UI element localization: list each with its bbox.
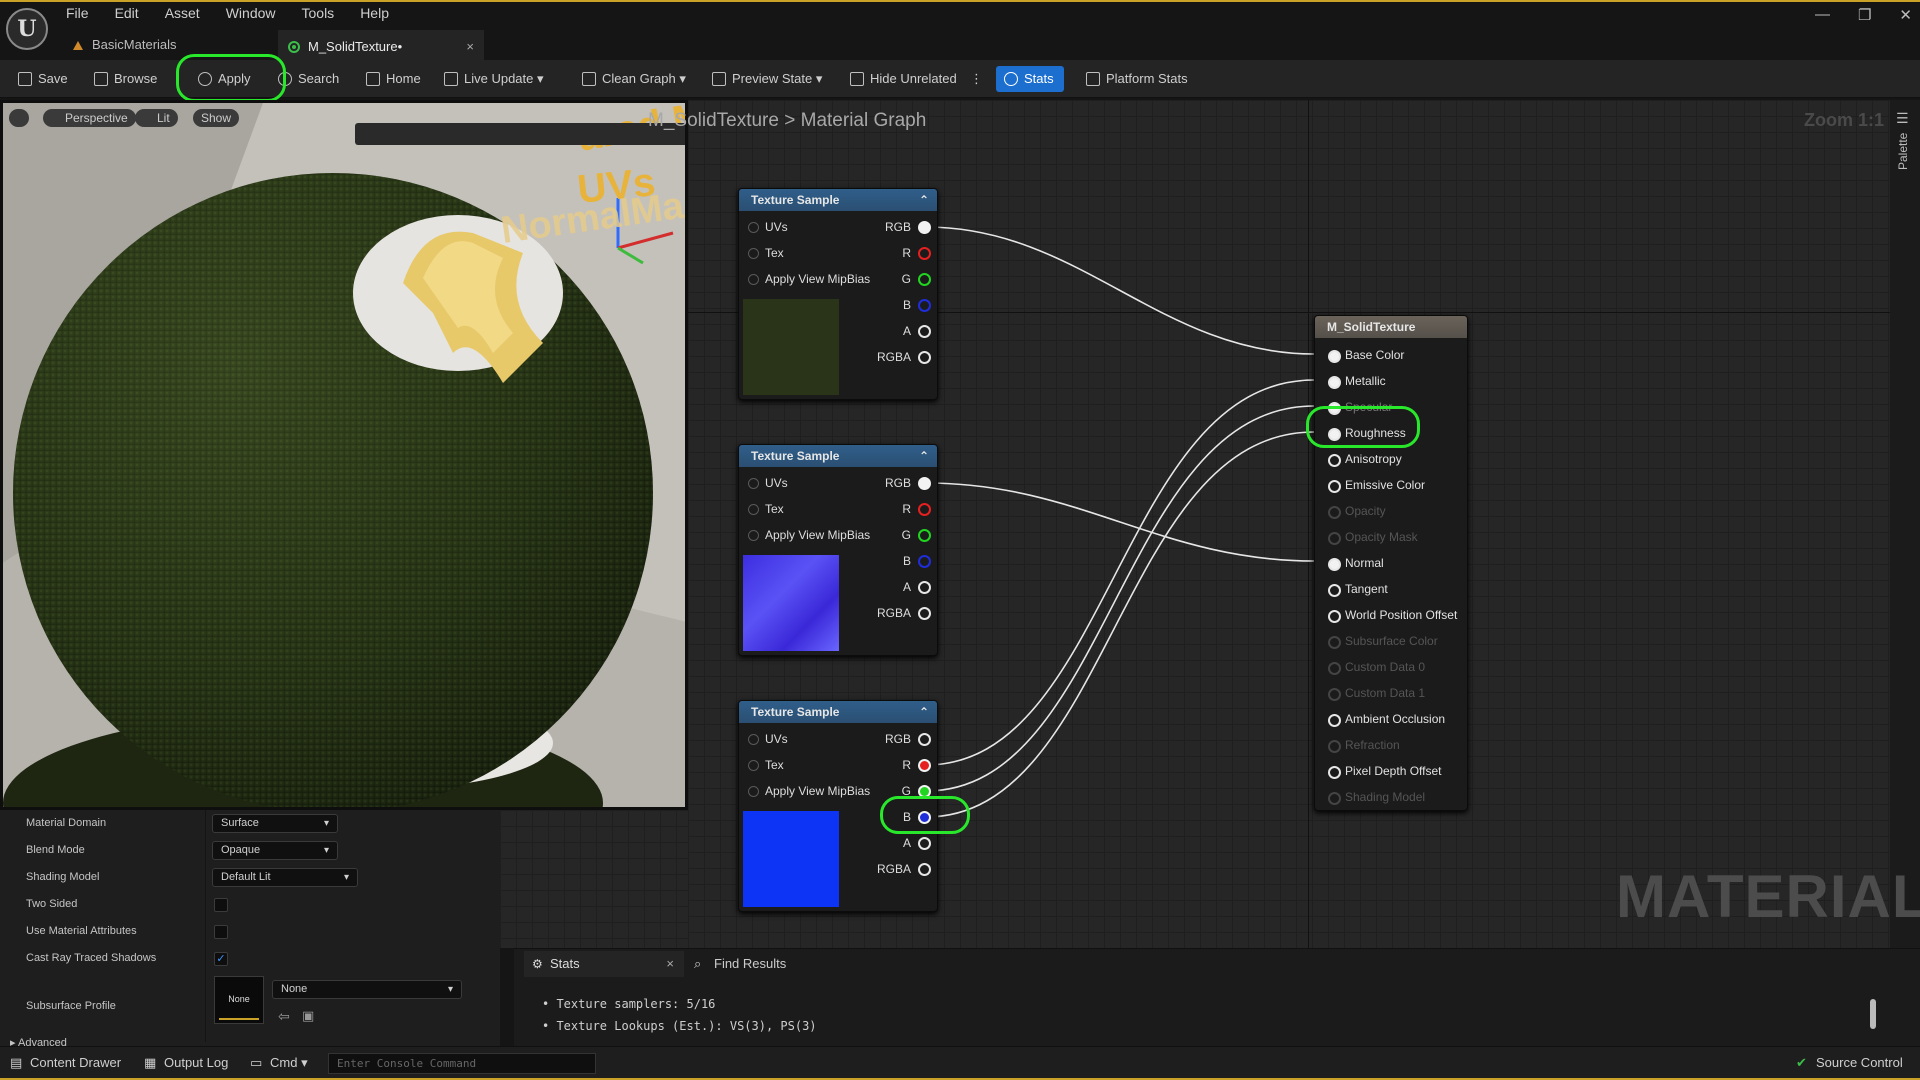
wire-r-to-metallic	[925, 379, 1315, 766]
normal-map-thumbnail	[743, 555, 839, 651]
source-control-check-icon: ✔	[1796, 1055, 1807, 1070]
pin-uvs[interactable]: UVs	[748, 219, 788, 235]
source-control-button[interactable]: ✔ Source Control	[1796, 1055, 1903, 1070]
pin-rgb-out[interactable]: RGB	[885, 219, 932, 235]
pin-r-out[interactable]: R	[902, 757, 930, 773]
texture-thumbnail	[743, 299, 839, 395]
pin-a-out[interactable]: A	[903, 323, 932, 339]
output-log-icon: ▦	[144, 1055, 157, 1070]
output-log-button[interactable]: ▦ Output Log	[144, 1055, 228, 1070]
find-results-tab[interactable]: ⌕ Find Results	[692, 951, 786, 977]
close-tab-icon[interactable]: ×	[666, 951, 674, 977]
pin-shading-model: Shading Model	[1327, 790, 1426, 805]
texture-sample-node-1[interactable]: Texture Sample ⌃ UVs Tex Apply View MipBi…	[738, 188, 938, 400]
pin-subsurface-color: Subsurface Color	[1328, 634, 1438, 649]
pin-g-out[interactable]: G	[902, 783, 933, 799]
pin-tex[interactable]: Tex	[748, 757, 784, 773]
status-bar: ▤ Content Drawer ▦ Output Log ▭ Cmd ▾ Enter…	[0, 1046, 1920, 1080]
pin-apply-view-mipbias[interactable]: Apply View MipBias	[747, 527, 870, 543]
pin-tangent[interactable]: Tangent	[1328, 581, 1388, 597]
pin-specular[interactable]: Specular	[1327, 399, 1392, 415]
search-icon: ⌕	[694, 956, 702, 971]
pin-r-out[interactable]: R	[902, 245, 930, 261]
pin-refraction: Refraction	[1328, 738, 1400, 753]
pin-base-color[interactable]: Base Color	[1327, 347, 1404, 363]
stats-panel: ⚙ Stats × ⌕ Find Results • Texture sampl…	[514, 948, 1920, 1046]
pin-world-position-offset[interactable]: World Position Offset	[1327, 607, 1457, 623]
pin-r-out[interactable]: R	[902, 501, 930, 517]
node-header: M_SolidTexture	[1315, 316, 1467, 338]
pin-apply-view-mipbias[interactable]: Apply View MipBias	[747, 783, 870, 799]
pin-normal[interactable]: Normal	[1328, 555, 1384, 571]
pin-rgba-out[interactable]: RGBA	[877, 861, 932, 877]
pin-tex[interactable]: Tex	[748, 245, 784, 261]
collapse-icon[interactable]: ⌃	[919, 189, 929, 211]
pin-custom-data-1: Custom Data 1	[1327, 686, 1426, 701]
pin-roughness[interactable]: Roughness	[1328, 425, 1406, 441]
wire-b-to-roughness	[925, 431, 1315, 818]
texture-sample-node-2[interactable]: Texture Sample ⌃ UVs Tex Apply View MipBi…	[738, 444, 938, 656]
pin-pixel-depth-offset[interactable]: Pixel Depth Offset	[1328, 763, 1442, 779]
pin-tex[interactable]: Tex	[748, 501, 784, 517]
pin-rgba-out[interactable]: RGBA	[877, 605, 932, 621]
material-output-node[interactable]: M_SolidTexture Base Color Metallic Specu…	[1314, 315, 1468, 811]
collapse-icon[interactable]: ⌃	[919, 445, 929, 467]
texture-sample-node-3[interactable]: Texture Sample ⌃ UVs Tex Apply View MipBi…	[738, 700, 938, 912]
pin-b-out[interactable]: B	[903, 809, 932, 825]
pin-a-out[interactable]: A	[903, 835, 932, 851]
cmd-icon: ▭	[250, 1055, 263, 1070]
stats-tab[interactable]: ⚙ Stats ×	[524, 951, 684, 977]
pin-uvs[interactable]: UVs	[748, 475, 788, 491]
pin-uvs[interactable]: UVs	[748, 731, 788, 747]
wire-rgb-to-base-color	[925, 226, 1315, 355]
pin-b-out[interactable]: B	[903, 553, 932, 569]
pin-ambient-occlusion[interactable]: Ambient Occlusion	[1327, 711, 1445, 727]
node-header: Texture Sample ⌃	[739, 189, 937, 211]
collapse-icon[interactable]: ⌃	[919, 701, 929, 723]
wire-g-to-specular	[925, 405, 1315, 792]
pin-emissive-color[interactable]: Emissive Color	[1327, 477, 1425, 493]
node-header: Texture Sample ⌃	[739, 445, 937, 467]
stat-line-texture-samplers: • Texture samplers: 5/16	[542, 997, 716, 1011]
content-drawer-icon: ▤	[10, 1055, 23, 1070]
wire-rgb-to-normal	[925, 482, 1315, 562]
pin-g-out[interactable]: G	[902, 271, 933, 287]
node-header: Texture Sample ⌃	[739, 701, 937, 723]
content-drawer-button[interactable]: ▤ Content Drawer	[10, 1055, 121, 1070]
pin-opacity-mask: Opacity Mask	[1328, 530, 1418, 545]
cmd-dropdown[interactable]: ▭ Cmd ▾	[250, 1055, 308, 1071]
pin-opacity: Opacity	[1328, 504, 1386, 519]
pin-rgb-out[interactable]: RGB	[885, 475, 932, 491]
stat-line-texture-lookups: • Texture Lookups (Est.): VS(3), PS(3)	[542, 1019, 817, 1033]
graph-wires	[925, 226, 1315, 818]
orm-texture-thumbnail	[743, 811, 839, 907]
stats-scrollbar[interactable]	[1870, 999, 1876, 1029]
pin-custom-data-0: Custom Data 0	[1327, 660, 1426, 675]
pin-g-out[interactable]: G	[902, 527, 933, 543]
pin-a-out[interactable]: A	[903, 579, 932, 595]
pin-rgb-out[interactable]: RGB	[885, 731, 932, 747]
pin-apply-view-mipbias[interactable]: Apply View MipBias	[747, 271, 870, 287]
pin-metallic[interactable]: Metallic	[1328, 373, 1386, 389]
stats-tab-icon: ⚙	[532, 957, 543, 971]
console-command-input[interactable]: Enter Console Command	[328, 1053, 596, 1074]
pin-anisotropy[interactable]: Anisotropy	[1328, 451, 1402, 467]
pin-rgba-out[interactable]: RGBA	[877, 349, 932, 365]
pin-b-out[interactable]: B	[903, 297, 932, 313]
